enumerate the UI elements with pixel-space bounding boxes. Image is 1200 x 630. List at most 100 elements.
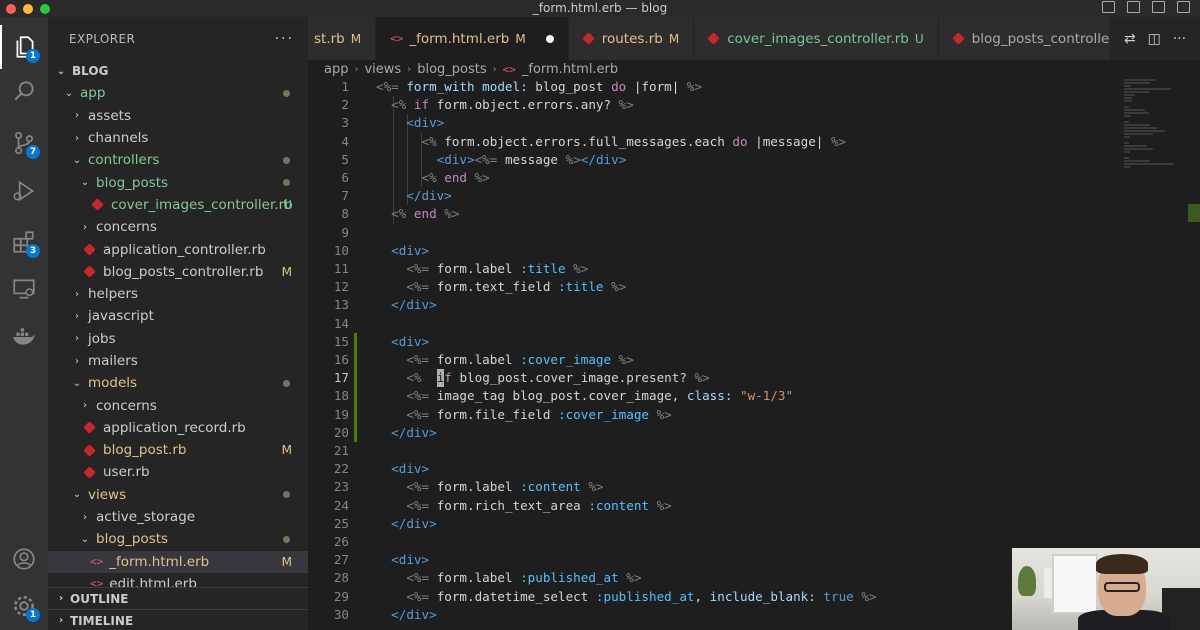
toggle-secondary-sidebar-icon[interactable] <box>1152 1 1165 13</box>
customize-layout-icon[interactable] <box>1177 1 1190 13</box>
tree-item[interactable]: › javascript <box>48 305 308 327</box>
code-line[interactable]: 23 <%= form.label :content %> <box>308 478 1188 496</box>
code-line[interactable]: 19 <%= form.file_field :cover_image %> <box>308 406 1188 424</box>
code-line[interactable]: 12 <%= form.text_field :title %> <box>308 278 1188 296</box>
code-line[interactable]: 11 <%= form.label :title %> <box>308 260 1188 278</box>
code-line[interactable]: 5 <div><%= message %></div> <box>308 151 1188 169</box>
tree-item[interactable]: › helpers <box>48 283 308 305</box>
tree-item-label: blog_posts <box>96 531 169 548</box>
tree-item[interactable]: application_record.rb <box>48 417 308 439</box>
tree-item[interactable]: ⌄ app <box>48 82 308 104</box>
manage-activity[interactable]: 1 <box>0 584 48 628</box>
tree-item[interactable]: ⌄ models <box>48 372 308 394</box>
code-line[interactable]: 22 <div> <box>308 460 1188 478</box>
scrollbar-thumb[interactable] <box>1188 204 1200 222</box>
code-line[interactable]: 6 <% end %> <box>308 169 1188 187</box>
minimap-line <box>1124 145 1147 147</box>
code-line[interactable]: 4 <% form.object.errors.full_messages.ea… <box>308 133 1188 151</box>
code-line[interactable]: 8 <% end %> <box>308 205 1188 223</box>
breadcrumb-item[interactable]: views <box>364 62 401 77</box>
code-line[interactable]: 17 <% if blog_post.cover_image.present? … <box>308 369 1188 388</box>
editor-tab[interactable]: <> _form.html.erb M <box>376 17 569 60</box>
split-editor-icon[interactable]: ◫ <box>1148 31 1161 47</box>
tree-item-label: concerns <box>96 219 157 236</box>
tree-item[interactable]: cover_images_controller.rb U <box>48 194 308 216</box>
minimap-line <box>1124 85 1131 87</box>
code-token: <% <box>391 97 414 113</box>
tree-item[interactable]: <> _form.html.erb M <box>48 550 308 573</box>
code-line[interactable]: 10 <div> <box>308 242 1188 260</box>
tree-item[interactable]: › mailers <box>48 350 308 372</box>
tree-item[interactable]: ⌄ blog_posts <box>48 528 308 550</box>
minimap[interactable] <box>1124 78 1188 168</box>
more-actions-button[interactable]: ··· <box>275 31 294 47</box>
code-token: form.object.errors.full_messages.each <box>444 133 733 149</box>
tree-item[interactable]: › assets <box>48 105 308 127</box>
tree-item[interactable]: application_controller.rb <box>48 238 308 260</box>
compare-icon[interactable]: ⇄ <box>1124 31 1136 47</box>
code-line[interactable]: 2 <% if form.object.errors.any? %> <box>308 96 1188 114</box>
tree-item[interactable]: › jobs <box>48 328 308 350</box>
tree-item[interactable]: user.rb <box>48 461 308 483</box>
editor-tab[interactable]: st.rb M <box>308 17 377 60</box>
modified-dot-icon <box>283 491 290 499</box>
code-line[interactable]: 18 <%= image_tag blog_post.cover_image, … <box>308 387 1188 405</box>
code-line[interactable]: 9 <box>308 224 1188 242</box>
explorer-activity[interactable]: 1 <box>0 25 48 69</box>
editor-tab[interactable]: routes.rb M <box>568 17 695 60</box>
timeline-section[interactable]: › TIMELINE <box>48 609 308 630</box>
code-line[interactable]: 1 <%= form_with model: blog_post do |form… <box>308 78 1188 96</box>
code-line[interactable]: 25 </div> <box>308 515 1188 533</box>
minimap-line <box>1124 124 1150 126</box>
breadcrumb-item[interactable]: app <box>324 62 348 77</box>
code-line[interactable]: 24 <%= form.rich_text_area :content %> <box>308 497 1188 515</box>
minimap-line <box>1124 115 1130 117</box>
code-token: <%= <box>406 497 437 513</box>
workspace-root[interactable]: ⌄ BLOG <box>48 60 308 82</box>
unsaved-dot-icon[interactable] <box>545 34 554 43</box>
code-token: blog_post <box>535 79 612 94</box>
toggle-panel-icon[interactable] <box>1127 1 1140 13</box>
tree-item[interactable]: ⌄ blog_posts <box>48 171 308 193</box>
code-token: %> <box>656 406 672 422</box>
tree-item[interactable]: ⌄ views <box>48 484 308 506</box>
code-line[interactable]: 7 </div> <box>308 187 1188 205</box>
minimap-line <box>1124 82 1150 84</box>
tree-item[interactable]: › concerns <box>48 394 308 416</box>
breadcrumb-item[interactable]: _form.html.erb <box>522 62 618 77</box>
code-text: <div> <box>376 114 444 132</box>
breadcrumb-item[interactable]: blog_posts <box>417 62 486 77</box>
more-editor-actions-icon[interactable]: ··· <box>1173 31 1186 47</box>
account-icon <box>13 548 35 570</box>
tree-item[interactable]: › channels <box>48 127 308 149</box>
accounts-activity[interactable] <box>0 537 48 581</box>
workspace-root-label: BLOG <box>72 64 109 79</box>
settings-badge: 1 <box>26 608 40 622</box>
tree-item-label: controllers <box>88 152 160 169</box>
code-line[interactable]: 3 <div> <box>308 114 1188 132</box>
tree-item-label: _form.html.erb <box>109 553 210 570</box>
editor-tab[interactable]: cover_images_controller.rb U <box>694 17 939 60</box>
code-line[interactable]: 20 </div> <box>308 424 1188 442</box>
tree-item[interactable]: › active_storage <box>48 506 308 528</box>
tree-item[interactable]: › concerns <box>48 216 308 238</box>
outline-section[interactable]: › OUTLINE <box>48 587 308 609</box>
docker-activity[interactable] <box>0 315 48 359</box>
tree-item[interactable]: ⌄ controllers <box>48 149 308 171</box>
code-text: </div> <box>376 296 437 314</box>
code-line[interactable]: 15 <div> <box>308 333 1188 351</box>
run-debug-activity[interactable] <box>0 169 48 213</box>
chevron-right-icon: › <box>58 615 64 626</box>
remote-explorer-activity[interactable] <box>0 267 48 311</box>
code-line[interactable]: 13 </div> <box>308 296 1188 314</box>
search-activity[interactable] <box>0 69 48 113</box>
code-line[interactable]: 21 <box>308 442 1188 460</box>
source-control-activity[interactable]: 7 <box>0 121 48 165</box>
toggle-sidebar-icon[interactable] <box>1102 1 1115 13</box>
tree-item[interactable]: blog_post.rb M <box>48 439 308 461</box>
extensions-activity[interactable]: 3 <box>0 220 48 264</box>
tree-item[interactable]: blog_posts_controller.rb M <box>48 261 308 283</box>
code-line[interactable]: 16 <%= form.label :cover_image %> <box>308 351 1188 369</box>
code-line[interactable]: 14 <box>308 315 1188 333</box>
